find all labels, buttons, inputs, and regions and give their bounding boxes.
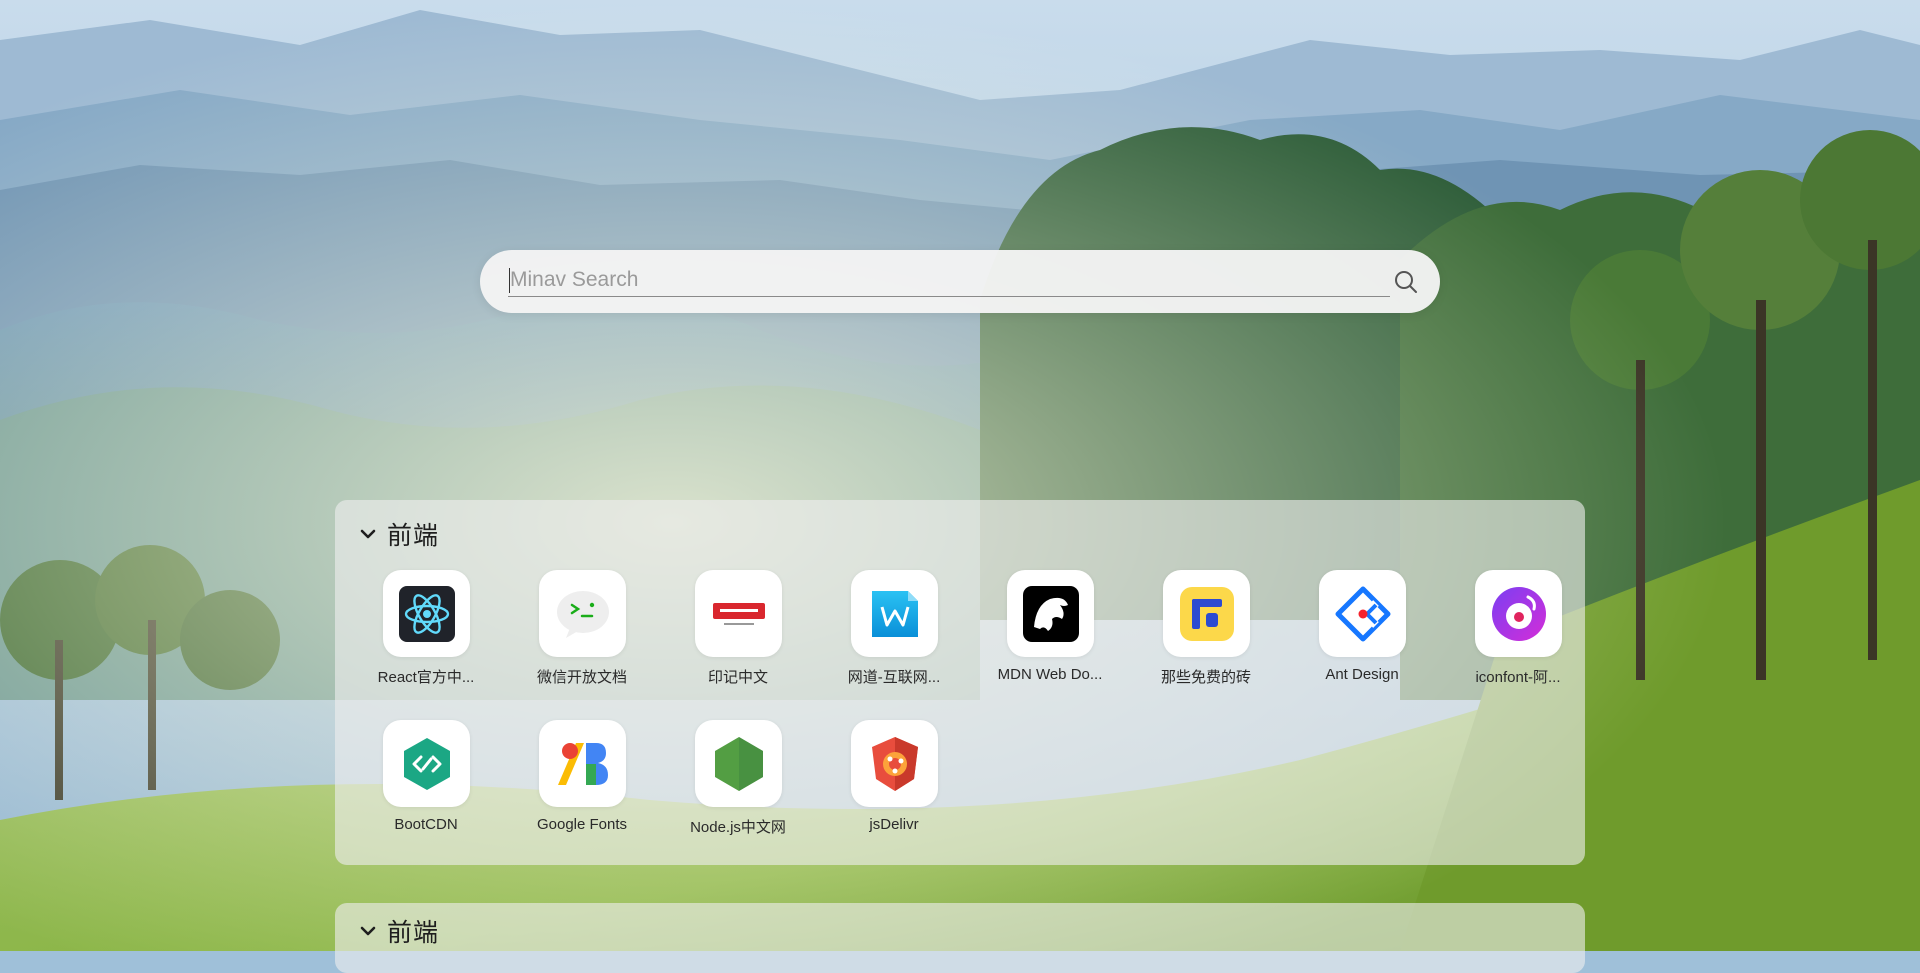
site-label: Google Fonts (536, 816, 628, 833)
text-caret (509, 268, 510, 293)
site-label: 网道-互联网... (847, 669, 941, 686)
react-logo-icon (398, 585, 455, 642)
category-header[interactable]: 前端 (359, 915, 439, 947)
site-link-docschina[interactable]: 印记中文 (673, 570, 803, 690)
search-input[interactable] (508, 264, 1390, 297)
mdn-dino-icon (1022, 585, 1079, 642)
docschina-icon (712, 602, 765, 625)
search-icon (1395, 271, 1417, 293)
search-bar (480, 250, 1440, 313)
site-link-nodejs[interactable]: Node.js中文网 (673, 720, 803, 840)
google-fonts-icon (557, 742, 608, 785)
site-link-bootcdn[interactable]: BootCDN (361, 720, 491, 840)
site-link-ant-design[interactable]: Ant Design (1297, 570, 1427, 690)
ant-design-icon (1335, 586, 1390, 641)
site-link-google-fonts[interactable]: Google Fonts (517, 720, 647, 840)
site-label: 那些免费的砖 (1160, 669, 1251, 686)
iconfont-icon (1491, 586, 1546, 641)
site-label: iconfont-阿... (1475, 669, 1561, 686)
category-header[interactable]: 前端 (359, 518, 439, 550)
free-bricks-icon (1179, 586, 1234, 641)
site-label: Ant Design (1325, 666, 1399, 683)
site-link-free-bricks[interactable]: 那些免费的砖 (1141, 570, 1271, 690)
site-label: MDN Web Do... (997, 666, 1103, 683)
site-label: jsDelivr (869, 816, 919, 833)
site-label: Node.js中文网 (690, 819, 786, 836)
chevron-down-icon (360, 529, 376, 539)
site-label: 印记中文 (707, 669, 768, 686)
site-link-wechat-docs[interactable]: 微信开放文档 (517, 570, 647, 690)
search-button[interactable] (1392, 268, 1420, 296)
chevron-down-icon (360, 926, 376, 936)
site-link-react[interactable]: React官方中... (361, 570, 491, 690)
site-link-wangdoc[interactable]: 网道-互联网... (829, 570, 959, 690)
wangdoc-icon (871, 590, 918, 637)
site-label: BootCDN (394, 816, 458, 833)
nodejs-icon (714, 736, 763, 791)
bootcdn-icon (403, 737, 450, 790)
category-panel: 前端 React官方中... 微信开放文档 印记中文 网道-互联网... MDN… (335, 500, 1585, 865)
site-label: React官方中... (377, 669, 475, 686)
site-label: 微信开放文档 (536, 669, 627, 686)
site-link-jsdelivr[interactable]: jsDelivr (829, 720, 959, 840)
site-link-mdn[interactable]: MDN Web Do... (985, 570, 1115, 690)
category-title: 前端 (387, 919, 440, 947)
category-panel: 前端 (335, 903, 1585, 973)
jsdelivr-icon (871, 736, 918, 791)
category-title: 前端 (387, 522, 440, 550)
wechat-dev-icon (556, 590, 609, 638)
site-link-iconfont[interactable]: iconfont-阿... (1453, 570, 1583, 690)
